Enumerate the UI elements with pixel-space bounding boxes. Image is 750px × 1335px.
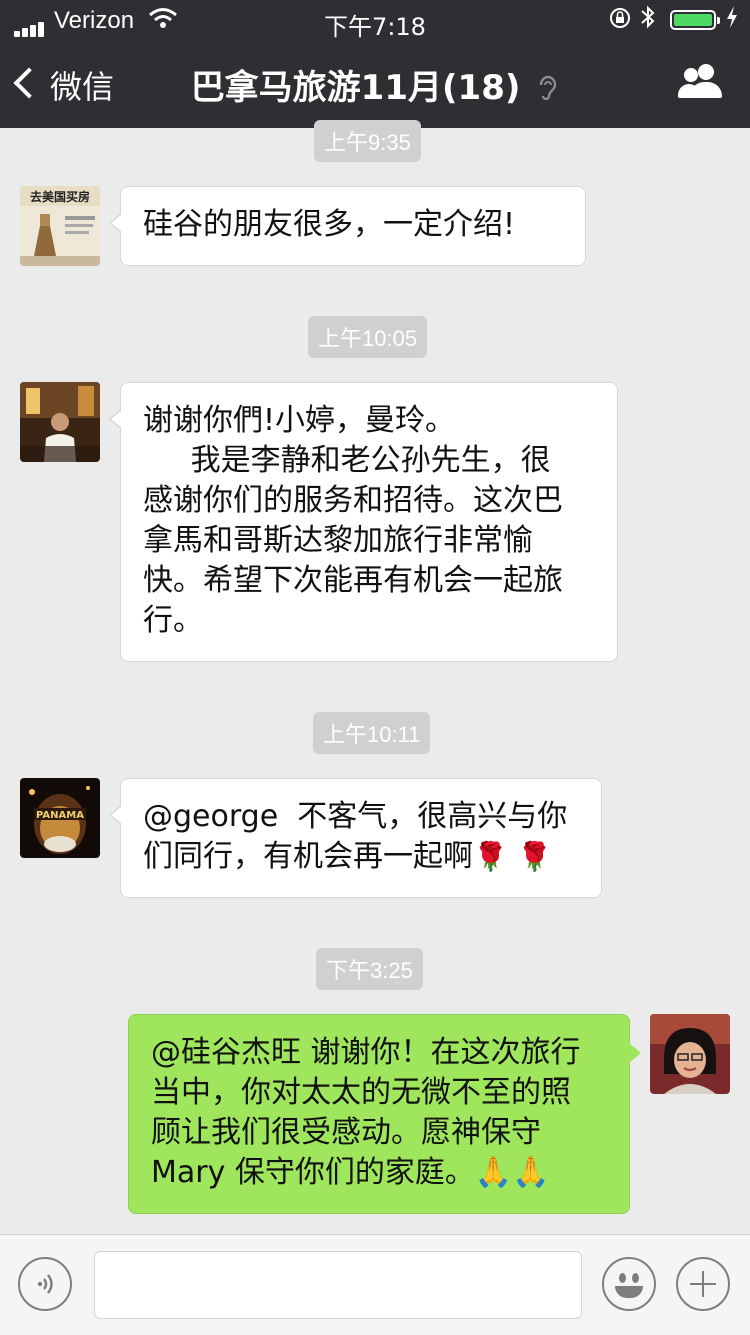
timestamp: 上午10:05: [308, 316, 428, 358]
message-bubble-outgoing[interactable]: @硅谷杰旺 谢谢你！在这次旅行 当中，你对太太的无微不至的照 顾让我们很受感动。…: [128, 1014, 641, 1214]
message-line-text: 们同行，有机会再一起啊: [143, 839, 473, 874]
message-line: 当中，你对太太的无微不至的照: [151, 1075, 571, 1110]
message-line-text: Mary 保守你们的家庭。: [151, 1155, 475, 1190]
message-bubble[interactable]: 硅谷的朋友很多，一定介绍!: [109, 186, 586, 266]
avatar[interactable]: 去美国买房: [20, 186, 100, 266]
folded-hands-emoji: 🙏🙏: [474, 1155, 550, 1190]
timestamp: 下午3:25: [316, 948, 423, 990]
emoji-icon[interactable]: [602, 1257, 656, 1311]
message-line: @硅谷杰旺 谢谢你！在这次旅行: [151, 1035, 581, 1070]
bluetooth-icon: [640, 4, 656, 36]
message-line: 顾让我们很受感动。愿神保守: [151, 1115, 541, 1150]
rotation-lock-icon: [608, 6, 632, 36]
message-line: 们同行，有机会再一起啊🌹 🌹: [143, 837, 581, 877]
avatar-bottle-label: PANAMA: [36, 810, 84, 821]
message-line: 我是李静和老公孙先生，很: [143, 443, 551, 478]
avatar-book-title: 去美国买房: [30, 189, 90, 204]
voice-icon[interactable]: [18, 1257, 72, 1311]
avatar[interactable]: PANAMA: [20, 778, 100, 858]
charging-icon: [725, 4, 739, 36]
input-bar: [0, 1234, 750, 1335]
message-input[interactable]: [94, 1251, 582, 1319]
group-members-icon[interactable]: [678, 64, 726, 104]
rose-emoji: 🌹: [473, 840, 508, 873]
message-line: 快。希望下次能再有机会一起旅: [143, 563, 563, 598]
message-bubble[interactable]: 谢谢你們!小婷，曼玲。 我是李静和老公孙先生，很 感谢你们的服务和招待。这次巴 …: [109, 382, 618, 662]
rose-emoji: 🌹: [517, 840, 553, 873]
timestamp: 上午9:35: [314, 120, 421, 162]
message-line: @george 不客气，很高兴与你: [143, 799, 568, 834]
message-bubble[interactable]: @george 不客气，很高兴与你 们同行，有机会再一起啊🌹 🌹: [109, 778, 602, 898]
top-bar: Verizon 下午7:18 微信 巴拿马旅游11月(18): [0, 0, 750, 128]
avatar[interactable]: [20, 382, 100, 462]
message-line: 谢谢你們!小婷，曼玲。: [143, 403, 456, 438]
status-time: 下午7:18: [324, 13, 426, 41]
plus-icon[interactable]: [676, 1257, 730, 1311]
message-line: 感谢你们的服务和招待。这次巴: [143, 483, 563, 518]
avatar[interactable]: [650, 1014, 730, 1094]
status-bar: Verizon 下午7:18: [0, 0, 750, 41]
message-line: 拿馬和哥斯达黎加旅行非常愉: [143, 523, 533, 558]
message-line: 行。: [143, 603, 203, 638]
battery-icon: [670, 10, 720, 30]
chat-title: 巴拿马旅游11月(18): [0, 60, 750, 109]
ear-icon: [528, 73, 559, 106]
chat-title-text: 巴拿马旅游11月(18): [190, 68, 521, 108]
timestamp: 上午10:11: [313, 712, 431, 754]
message-line: 硅谷的朋友很多，一定介绍!: [143, 207, 516, 242]
message-line: Mary 保守你们的家庭。🙏🙏: [151, 1153, 609, 1193]
